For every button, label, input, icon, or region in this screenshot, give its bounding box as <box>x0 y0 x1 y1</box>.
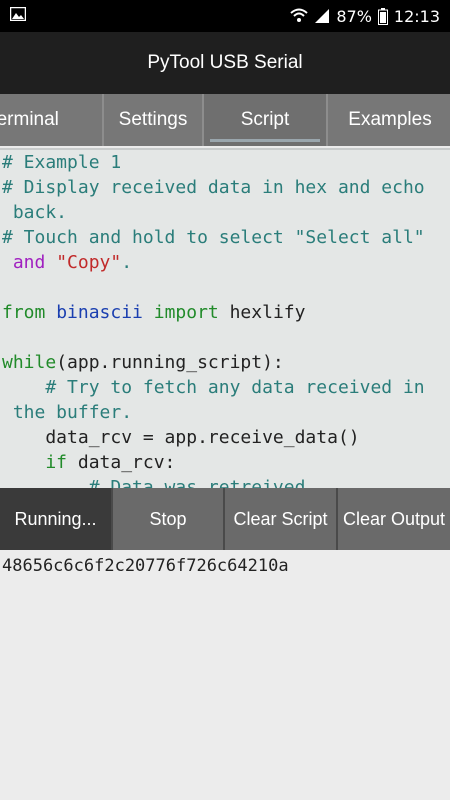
code-token: import <box>153 302 230 323</box>
stop-button[interactable]: Stop <box>113 488 225 550</box>
code-line: # Display received data in hex and echo <box>0 175 450 200</box>
clock: 12:13 <box>393 6 440 26</box>
code-token: . <box>121 252 133 273</box>
code-line: # Try to fetch any data received in <box>0 375 450 400</box>
code-token: from <box>2 302 57 323</box>
code-line: # Touch and hold to select "Select all" <box>0 225 450 250</box>
code-line: from binascii import hexlify <box>0 300 450 325</box>
status-bar: 87% 12:13 <box>0 0 450 32</box>
code-token: data_rcv = app.receive_data() <box>2 427 360 448</box>
tab-settings[interactable]: Settings <box>104 94 204 146</box>
code-line: while(app.running_script): <box>0 350 450 375</box>
clear-output-button-label: Clear Output <box>342 508 446 529</box>
code-token: while <box>2 352 57 373</box>
code-line: back. <box>0 200 450 225</box>
tab-terminal[interactable]: Terminal <box>0 94 104 146</box>
code-token: if <box>2 452 78 473</box>
tab-script-label: Script <box>240 109 290 130</box>
code-token: # Try to fetch any data received in <box>2 377 425 398</box>
clear-script-button-label: Clear Script <box>233 508 328 529</box>
tab-examples-label: Examples <box>348 109 432 130</box>
tab-terminal-label: Terminal <box>0 109 59 130</box>
app-title-bar: PyTool USB Serial <box>0 32 450 94</box>
signal-icon <box>315 9 330 23</box>
output-line: 48656c6c6f2c20776f726c64210a <box>2 556 289 576</box>
code-token: "Copy" <box>56 252 122 273</box>
code-token: # Example 1 <box>2 152 122 173</box>
app-title: PyTool USB Serial <box>147 52 303 73</box>
code-token: and <box>2 252 57 273</box>
clear-script-button[interactable]: Clear Script <box>225 488 338 550</box>
clear-output-button[interactable]: Clear Output <box>338 488 450 550</box>
tab-bar: Terminal Settings Script Examples <box>0 94 450 146</box>
script-editor[interactable]: # Example 1 # Display received data in he… <box>0 148 450 490</box>
code-line: if data_rcv: <box>0 450 450 475</box>
running-button-label: Running... <box>14 508 97 529</box>
battery-icon <box>377 7 388 25</box>
code-token: binascii <box>56 302 154 323</box>
code-token: (app.running_script): <box>56 352 284 373</box>
battery-percent: 87% <box>336 6 372 26</box>
code-line: data_rcv = app.receive_data() <box>0 425 450 450</box>
code-line: # Example 1 <box>0 150 450 175</box>
code-token: back. <box>2 202 68 223</box>
wifi-icon <box>290 8 308 22</box>
code-token: data_rcv: <box>77 452 176 473</box>
code-token: # Display received data in hex and echo <box>2 177 425 198</box>
code-token: # Touch and hold to select "Select all" <box>2 227 425 248</box>
tab-settings-label: Settings <box>118 109 188 130</box>
output-panel[interactable]: 48656c6c6f2c20776f726c64210a <box>0 550 450 800</box>
running-button[interactable]: Running... <box>0 488 113 550</box>
action-bar: Running... Stop Clear Script Clear Outpu… <box>0 488 450 550</box>
code-token: hexlify <box>229 302 306 323</box>
image-notification-icon <box>10 7 26 21</box>
stop-button-label: Stop <box>149 508 187 529</box>
code-line: the buffer. <box>0 400 450 425</box>
code-line: and "Copy". <box>0 250 450 275</box>
code-token: the buffer. <box>2 402 133 423</box>
tab-script[interactable]: Script <box>204 94 328 146</box>
tab-examples[interactable]: Examples <box>328 94 450 146</box>
